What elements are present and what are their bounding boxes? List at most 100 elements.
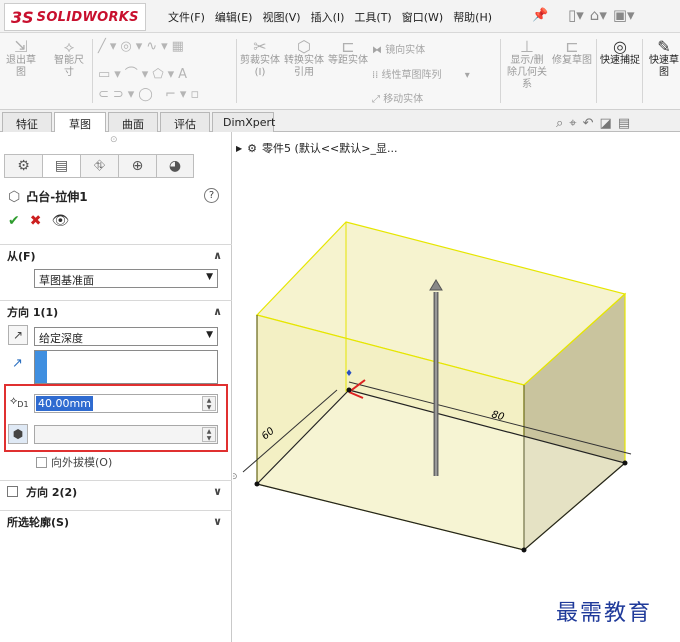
dimxpert-manager-tab-icon[interactable]: ⊕: [118, 154, 156, 178]
slot-point-fillet-tools[interactable]: ⊂⊃▾◯ ⌐▾▫: [98, 87, 203, 102]
chevron-down-icon: ∨: [213, 515, 222, 528]
show-relations-button[interactable]: ⊥ 显示/删除几何关系: [506, 37, 548, 91]
spin-buttons[interactable]: ▲ ▼: [202, 427, 216, 442]
feature-name: 凸台-拉伸1: [26, 190, 88, 204]
quick-sketch-label: 快速草图: [649, 55, 679, 78]
end-condition-select[interactable]: 给定深度 ▼: [34, 327, 218, 346]
vertex-point: [521, 547, 527, 553]
save-icon[interactable]: ▣▾: [613, 6, 635, 24]
ds-logo-icon: 3S: [11, 7, 34, 27]
quick-snap-icon: ◎: [613, 37, 627, 56]
menu-insert[interactable]: 插入(I): [311, 9, 345, 25]
linear-pattern-button[interactable]: ⁞⁞ 线性草图阵列 ▾: [372, 66, 470, 81]
tab-surfaces[interactable]: 曲面: [108, 112, 158, 132]
menu-help[interactable]: 帮助(H): [453, 9, 492, 25]
smart-dimension-button[interactable]: ⟡ 智能尺寸: [52, 37, 86, 79]
open-folder-icon[interactable]: ⌂▾: [590, 6, 607, 24]
depth-d1-icon: ⟡D1: [10, 394, 29, 410]
property-manager-tab-icon[interactable]: ▤: [42, 154, 80, 178]
from-select[interactable]: 草图基准面 ▼: [34, 269, 218, 288]
merge-result-icon[interactable]: ⬢: [8, 424, 28, 444]
direction2-group-header[interactable]: 方向 2(2) ∨: [0, 480, 232, 502]
move-label: 移动实体: [383, 94, 424, 105]
draft-angle-input[interactable]: ▲ ▼: [34, 425, 218, 444]
depth-input[interactable]: 40.00mm ▲ ▼: [34, 394, 218, 413]
repair-sketch-button[interactable]: ⊏ 修复草图: [552, 37, 592, 67]
extrude-icon: ⬡: [8, 188, 21, 205]
from-label: 从(F): [7, 249, 36, 263]
quick-snap-button[interactable]: ◎ 快速捕捉: [600, 37, 640, 67]
relations-icon: ⊥: [520, 37, 534, 56]
repair-icon: ⊏: [565, 37, 579, 56]
vertex-point: [622, 460, 628, 466]
ok-check-icon[interactable]: ✔: [8, 213, 20, 229]
menu-edit[interactable]: 编辑(E): [215, 9, 253, 25]
solidworks-logo[interactable]: 3S SOLIDWORKS: [4, 3, 146, 31]
split-handle-icon[interactable]: ⊙: [110, 135, 118, 145]
direction2-checkbox[interactable]: [7, 486, 18, 497]
end-condition-value: 给定深度: [39, 332, 83, 345]
mirror-entities-button[interactable]: ⧓ 镜向实体: [372, 41, 425, 56]
linear-pattern-label: 线性草图阵列: [381, 70, 442, 81]
menu-bar: 3S SOLIDWORKS 文件(F) 编辑(E) 视图(V) 插入(I) 工具…: [0, 0, 680, 33]
move-entities-button[interactable]: ⤢ 移动实体: [372, 90, 423, 105]
menu-file[interactable]: 文件(F): [168, 9, 205, 25]
property-manager: ⊙ ⚙ ▤ ⛗ ⊕ ◕ ⬡ 凸台-拉伸1 ? ✔ ✖ 👁 从(F) ∧ 草图基准…: [0, 132, 232, 642]
cancel-x-icon[interactable]: ✖: [30, 213, 42, 229]
main-menu: 文件(F) 编辑(E) 视图(V) 插入(I) 工具(T) 窗口(W) 帮助(H…: [168, 0, 502, 33]
offset-entities-button[interactable]: ⊏ 等距实体: [328, 37, 368, 67]
direction2-label: 方向 2(2): [26, 485, 78, 499]
section-view-icon[interactable]: ◪: [600, 116, 612, 131]
checkbox-box: [36, 456, 47, 468]
tab-sketch[interactable]: 草图: [54, 112, 106, 132]
from-select-value: 草图基准面: [39, 274, 94, 287]
menu-window[interactable]: 窗口(W): [402, 9, 443, 25]
smart-dimension-icon: ⟡: [63, 37, 75, 56]
menu-view[interactable]: 视图(V): [262, 9, 300, 25]
direction-listbox[interactable]: [34, 350, 218, 384]
display-manager-tab-icon[interactable]: ◕: [156, 154, 194, 178]
preview-eye-icon[interactable]: 👁: [51, 213, 69, 229]
new-document-icon[interactable]: ▯▾: [568, 6, 584, 24]
dropdown-arrow-icon: ▼: [206, 330, 213, 340]
help-icon[interactable]: ?: [204, 188, 219, 203]
feature-manager-tab-icon[interactable]: ⚙: [4, 154, 42, 178]
tab-features[interactable]: 特征: [2, 112, 52, 132]
action-buttons: ✔ ✖ 👁: [8, 213, 69, 229]
menu-tools[interactable]: 工具(T): [354, 9, 391, 25]
exit-sketch-button[interactable]: ⇲ 退出草图: [6, 39, 36, 79]
convert-entities-button[interactable]: ⬡ 转换实体引用: [284, 39, 324, 79]
tab-dimxpert[interactable]: DimXpert: [212, 112, 275, 132]
spin-buttons[interactable]: ▲ ▼: [202, 396, 216, 411]
pin-icon[interactable]: 📌: [532, 8, 548, 23]
separator: [642, 39, 643, 103]
panel-grip-icon[interactable]: ⊙: [233, 472, 238, 482]
configuration-manager-tab-icon[interactable]: ⛗: [80, 154, 118, 178]
zoom-to-area-icon[interactable]: ⌖: [569, 116, 576, 131]
extrude-preview: 80 60 ♦ ⊙: [233, 221, 632, 553]
chevron-up-icon: ∧: [213, 305, 222, 318]
zoom-to-fit-icon[interactable]: ⌕: [556, 116, 563, 131]
draft-outward-checkbox[interactable]: 向外拔模(O): [36, 454, 112, 470]
rect-arc-polygon-tools[interactable]: ▭▾⌒▾⬠▾A: [98, 63, 191, 82]
line-circle-spline-tools[interactable]: ╱▾◎▾∿▾▦: [98, 39, 188, 54]
mirror-label: 镜向实体: [385, 45, 426, 56]
quick-sketch-button[interactable]: ✎ 快速草图: [646, 39, 680, 79]
panel-tabs: ⚙ ▤ ⛗ ⊕ ◕: [4, 154, 194, 178]
tab-evaluate[interactable]: 评估: [160, 112, 210, 132]
quick-access-toolbar: ▯▾ ⌂▾ ▣▾: [568, 6, 635, 24]
smart-dimension-label: 智能尺寸: [54, 55, 84, 78]
reverse-direction-icon[interactable]: ↗: [8, 325, 28, 345]
origin-z-icon: ♦: [345, 369, 353, 379]
previous-view-icon[interactable]: ↶: [583, 116, 594, 131]
offset-icon: ⊏: [341, 37, 355, 56]
trim-entities-button[interactable]: ✂ 剪裁实体(I): [240, 37, 280, 79]
from-group-header[interactable]: 从(F) ∧: [0, 244, 232, 266]
view-orientation-icon[interactable]: ▤: [618, 116, 630, 131]
separator: [92, 39, 93, 103]
trim-icon: ✂: [253, 37, 267, 56]
selected-contours-group-header[interactable]: 所选轮廓(S) ∨: [0, 510, 232, 532]
repair-label: 修复草图: [552, 55, 592, 66]
chevron-up-icon: ∧: [213, 249, 222, 262]
direction1-group-header[interactable]: 方向 1(1) ∧: [0, 300, 232, 322]
